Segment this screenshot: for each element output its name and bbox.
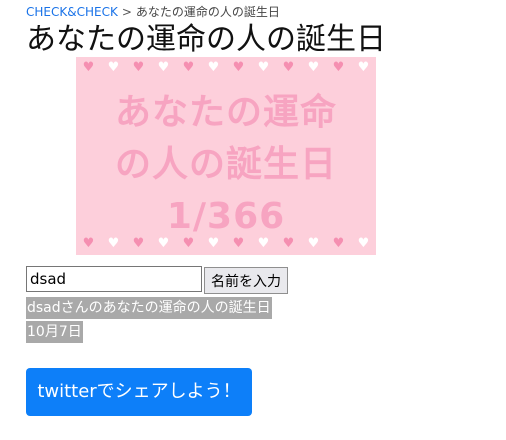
heart-icon: ♥ <box>357 236 370 251</box>
heart-icon: ♥ <box>182 60 195 75</box>
heart-icon: ♥ <box>357 60 370 75</box>
heart-icon: ♥ <box>307 60 320 75</box>
heart-icon: ♥ <box>307 236 320 251</box>
heart-icon: ♥ <box>157 236 170 251</box>
banner-line-2: の人の誕生日 <box>114 144 337 185</box>
heart-icon: ♥ <box>257 60 270 75</box>
breadcrumb-home-link[interactable]: CHECK&CHECK <box>26 5 118 19</box>
heart-icon: ♥ <box>132 60 145 75</box>
heart-icon: ♥ <box>82 60 95 75</box>
heart-icon: ♥ <box>182 236 195 251</box>
result-message: dsadさんのあなたの運命の人の誕生日 <box>26 297 272 319</box>
heart-icon: ♥ <box>282 236 295 251</box>
twitter-share-button[interactable]: twitterでシェアしよう！ <box>26 368 252 416</box>
heart-icon: ♥ <box>332 236 345 251</box>
submit-name-button[interactable]: 名前を入力 <box>204 267 288 294</box>
heart-icon: ♥ <box>132 236 145 251</box>
banner-line-3: 1/366 <box>166 196 286 237</box>
heart-icon: ♥ <box>232 60 245 75</box>
heart-icon: ♥ <box>282 60 295 75</box>
banner-image: ♥ ♥ ♥ ♥ ♥ ♥ ♥ ♥ ♥ ♥ ♥ ♥ あなたの運命 の人の誕生日 1/… <box>76 57 376 255</box>
heart-icon: ♥ <box>257 236 270 251</box>
page-title: あなたの運命の人の誕生日 <box>26 22 386 57</box>
result-birthday: 10月7日 <box>26 321 83 343</box>
banner-text: あなたの運命 の人の誕生日 1/366 <box>76 87 376 243</box>
breadcrumb-separator: > <box>121 5 132 19</box>
heart-icon: ♥ <box>332 60 345 75</box>
heart-icon: ♥ <box>107 60 120 75</box>
breadcrumb: CHECK&CHECK > あなたの運命の人の誕生日 <box>26 3 280 20</box>
breadcrumb-current: あなたの運命の人の誕生日 <box>135 5 280 19</box>
hearts-row-bottom: ♥ ♥ ♥ ♥ ♥ ♥ ♥ ♥ ♥ ♥ ♥ ♥ <box>76 237 376 251</box>
heart-icon: ♥ <box>82 236 95 251</box>
heart-icon: ♥ <box>107 236 120 251</box>
banner-line-1: あなたの運命 <box>114 92 337 133</box>
name-input[interactable] <box>26 266 202 292</box>
hearts-row-top: ♥ ♥ ♥ ♥ ♥ ♥ ♥ ♥ ♥ ♥ ♥ ♥ <box>76 61 376 75</box>
heart-icon: ♥ <box>232 236 245 251</box>
heart-icon: ♥ <box>207 236 220 251</box>
heart-icon: ♥ <box>157 60 170 75</box>
heart-icon: ♥ <box>207 60 220 75</box>
